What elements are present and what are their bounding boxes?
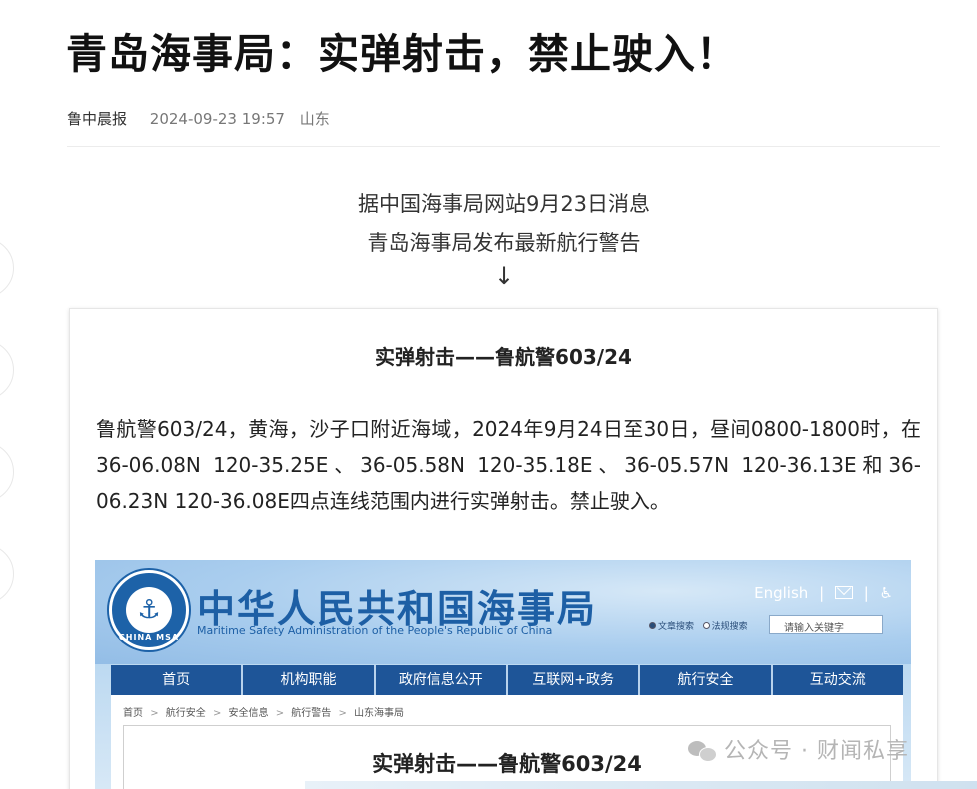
link-separator-2: | [863,584,869,602]
nav-home[interactable]: 首页 [111,665,244,695]
seal-text: CHINA MSA [118,633,180,642]
nav-internet-gov[interactable]: 互联网+政务 [508,665,641,695]
nav-functions[interactable]: 机构职能 [243,665,376,695]
article-title: 青岛海事局：实弹射击，禁止驶入！ [66,30,738,78]
side-float-button-4[interactable] [0,544,14,604]
nav-nav-safety[interactable]: 航行安全 [640,665,773,695]
accessibility-icon[interactable]: ♿ [880,584,893,602]
breadcrumb-item[interactable]: 安全信息 [229,708,269,719]
search-option-law-radio[interactable] [702,622,710,629]
nav-gov-info[interactable]: 政府信息公开 [376,665,508,695]
breadcrumb-item[interactable]: 山东海事局 [354,708,404,719]
search-option-article-radio[interactable] [649,622,656,629]
side-float-button-3[interactable] [0,442,14,502]
msa-seal-logo: ⚓ CHINA MSA [109,570,189,650]
article-author[interactable]: 鲁中晨报 [67,110,127,128]
msa-name-en: Maritime Safety Administration of the Pe… [197,624,553,637]
wechat-watermark: 公众号 · 财闻私享 [688,733,909,765]
breadcrumb-sep: > [150,708,159,719]
wechat-icon [688,739,718,762]
anchor-icon: ⚓ [137,595,161,625]
article-datetime: 2024-09-23 19:57 [149,110,285,128]
meta-divider [67,146,940,147]
notice-body: 鲁航警603/24，黄海，沙子口附近海域，2024年9月24日至30日，昼间08… [96,417,921,513]
notice-title: 实弹射击——鲁航警603/24 [375,345,632,369]
nav-interaction[interactable]: 互动交流 [773,665,903,695]
article-meta: 鲁中晨报 2024-09-23 19:57 山东 [67,108,330,129]
msa-search-input[interactable]: 请输入关键字 [769,615,883,634]
down-arrow-icon: ↓ [493,262,515,290]
mail-icon[interactable] [834,586,853,599]
breadcrumb-item[interactable]: 首页 [123,708,143,719]
breadcrumb-sep: > [212,708,222,719]
breadcrumb-sep: > [275,708,285,719]
breadcrumb-item[interactable]: 航行安全 [166,708,206,719]
bottom-strip [305,781,977,789]
breadcrumb-sep: > [338,708,347,719]
english-link[interactable]: English [754,584,808,602]
search-option-law-label: 法规搜索 [711,622,748,632]
watermark-text: 公众号 · 财闻私享 [724,739,909,764]
article-location: 山东 [299,110,330,128]
msa-top-links: English | | ♿ [748,584,893,602]
seal-inner: ⚓ [126,587,172,633]
msa-main-nav: 首页 机构职能 政府信息公开 互联网+政务 航行安全 互动交流 [111,665,903,695]
breadcrumb-item[interactable]: 航行警告 [291,708,331,719]
msa-header: ⚓ CHINA MSA 中华人民共和国海事局 Maritime Safety A… [95,560,911,664]
search-option-article-label: 文章搜索 [658,622,695,632]
breadcrumb: 首页 > 航行安全 > 安全信息 > 航行警告 > 山东海事局 [123,704,408,719]
intro-line-1: 据中国海事局网站9月23日消息 [357,192,651,216]
search-options: 文章搜索 法规搜索 [649,619,748,632]
intro-line-2: 青岛海事局发布最新航行警告 [367,231,641,255]
link-separator: | [819,584,825,602]
side-float-button-2[interactable] [0,340,14,400]
